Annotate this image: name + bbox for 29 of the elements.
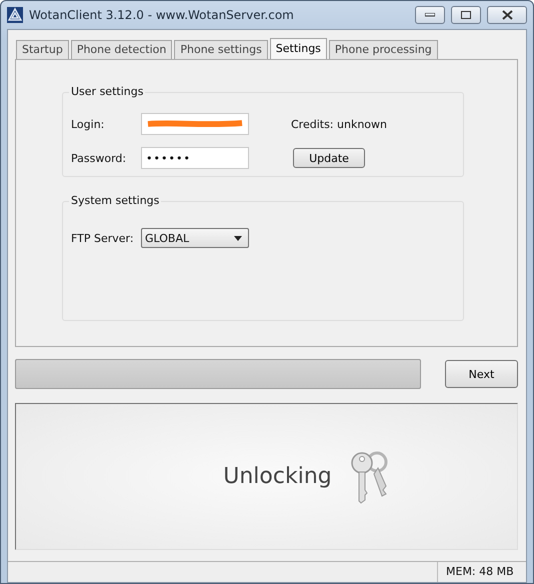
close-button[interactable] bbox=[487, 6, 527, 24]
tab[interactable]: Settings bbox=[270, 38, 327, 59]
close-icon bbox=[502, 10, 512, 20]
window-title: WotanClient 3.12.0 - www.WotanServer.com bbox=[29, 8, 295, 22]
app-logo-icon bbox=[7, 7, 23, 23]
memory-label: MEM: 48 MB bbox=[437, 562, 526, 582]
tab[interactable]: Phone detection bbox=[70, 40, 172, 59]
redaction-scribble-icon bbox=[146, 120, 244, 128]
group-title: System settings bbox=[69, 194, 162, 207]
keys-icon bbox=[350, 450, 390, 504]
password-field[interactable]: •••••• bbox=[141, 147, 249, 169]
minimize-icon bbox=[425, 13, 435, 17]
dropdown-arrow-icon bbox=[234, 236, 242, 240]
update-button[interactable]: Update bbox=[293, 148, 365, 168]
tab[interactable]: Phone settings bbox=[174, 40, 268, 59]
ftp-server-dropdown[interactable]: GLOBAL bbox=[141, 228, 249, 248]
login-field[interactable] bbox=[141, 113, 249, 135]
field-label: Password: bbox=[71, 152, 128, 164]
tab[interactable]: Startup bbox=[16, 40, 69, 59]
maximize-icon bbox=[461, 11, 471, 19]
field-label: Login: bbox=[71, 118, 106, 130]
minimize-button[interactable] bbox=[415, 6, 445, 24]
tab[interactable]: Phone processing bbox=[328, 40, 438, 59]
credits-label: Credits: unknown bbox=[291, 118, 387, 130]
next-button[interactable]: Next bbox=[445, 360, 518, 388]
group-title: User settings bbox=[69, 85, 146, 98]
status-text: Unlocking bbox=[223, 464, 332, 489]
maximize-button[interactable] bbox=[451, 6, 481, 24]
field-label: FTP Server: bbox=[71, 232, 135, 244]
